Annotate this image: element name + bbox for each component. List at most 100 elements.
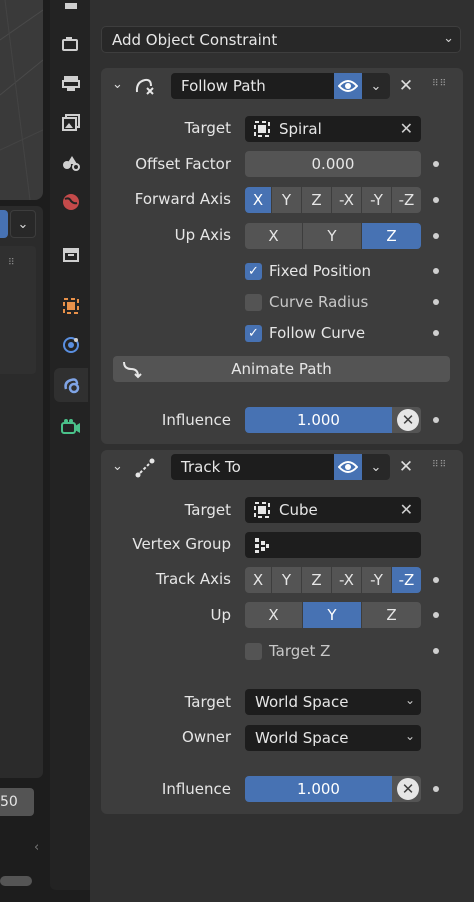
target-space-dropdown[interactable]: World Space ⌄ <box>245 689 421 715</box>
forward-axis-y[interactable]: Y <box>272 187 302 213</box>
properties-tab-column <box>50 0 90 890</box>
forward-axis-z[interactable]: Z <box>302 187 332 213</box>
animate-path-button[interactable]: Animate Path <box>113 356 450 382</box>
constraint-name-field[interactable]: Follow Path <box>171 73 334 99</box>
tab-render[interactable] <box>54 27 88 61</box>
up-axis-z[interactable]: Z <box>362 223 421 249</box>
owner-space-value: World Space <box>255 729 349 747</box>
forward-axis-neg-z[interactable]: -Z <box>392 187 421 213</box>
target-label: Target <box>184 501 231 519</box>
forward-axis-label: Forward Axis <box>134 190 231 208</box>
tab-view-layer[interactable] <box>54 106 88 140</box>
offset-factor-field[interactable]: 0.000 <box>245 151 421 177</box>
track-axis-neg-x[interactable]: -X <box>332 567 362 593</box>
track-axis-neg-z[interactable]: -Z <box>392 567 421 593</box>
disable-keep-transform-icon[interactable]: ✕ <box>397 778 419 800</box>
up-axis-x[interactable]: X <box>245 223 303 249</box>
curve-radius-checkbox[interactable]: Curve Radius <box>245 293 368 311</box>
tab-tool[interactable] <box>54 0 88 24</box>
chevron-left-icon[interactable]: ‹ <box>34 840 39 855</box>
tab-physics[interactable] <box>54 328 88 362</box>
keyframe-dot-icon[interactable] <box>433 233 439 239</box>
image-stack-icon <box>62 114 80 131</box>
up-axis-y[interactable]: Y <box>303 223 362 249</box>
add-object-constraint-dropdown[interactable]: Add Object Constraint ⌄ <box>101 26 461 53</box>
camera-data-icon <box>61 419 80 434</box>
keyframe-dot-icon[interactable] <box>433 577 439 583</box>
close-icon[interactable]: ✕ <box>397 76 415 96</box>
forward-axis-neg-x[interactable]: -X <box>332 187 362 213</box>
tab-scene[interactable] <box>54 145 88 179</box>
target-value: Cube <box>279 501 318 519</box>
tab-collection[interactable] <box>54 237 88 271</box>
eye-icon[interactable] <box>334 73 362 99</box>
tab-object[interactable] <box>54 289 88 323</box>
camera-back-icon <box>62 37 78 51</box>
up-axis-z[interactable]: Z <box>362 602 421 628</box>
target-space-value: World Space <box>255 693 349 711</box>
tab-object-constraints[interactable] <box>54 368 88 402</box>
forward-axis-neg-y[interactable]: -Y <box>362 187 392 213</box>
vertex-group-label: Vertex Group <box>132 535 231 553</box>
drag-grip-icon[interactable]: ⠿⠿ <box>432 80 447 89</box>
offset-factor-label: Offset Factor <box>135 155 231 173</box>
curve-radius-label: Curve Radius <box>269 293 369 311</box>
keyframe-dot-icon[interactable] <box>433 161 439 167</box>
influence-slider[interactable]: 1.000 <box>245 776 392 802</box>
up-axis-y[interactable]: Y <box>303 602 362 628</box>
keyframe-dot-icon[interactable] <box>433 417 439 423</box>
follow-curve-checkbox[interactable]: Follow Curve <box>245 324 365 342</box>
track-axis-x[interactable]: X <box>245 567 272 593</box>
target-field[interactable]: Cube ✕ <box>245 497 421 523</box>
disable-keep-transform-icon[interactable]: ✕ <box>397 409 419 431</box>
keyframe-dot-icon[interactable] <box>433 612 439 618</box>
up-axis-selector: X Y Z <box>245 602 421 628</box>
track-axis-z[interactable]: Z <box>302 567 332 593</box>
printer-icon <box>62 76 80 91</box>
eye-icon[interactable] <box>334 454 362 480</box>
scrollbar[interactable] <box>0 876 32 886</box>
close-icon[interactable]: ✕ <box>397 457 415 477</box>
add-constraint-label: Add Object Constraint <box>112 30 278 49</box>
drag-grip-icon[interactable]: ⠿⠿ <box>432 461 447 470</box>
target-z-label: Target Z <box>269 642 331 660</box>
constraint-name: Follow Path <box>181 77 266 95</box>
vertex-group-field[interactable] <box>245 532 421 558</box>
animate-path-label: Animate Path <box>231 360 332 378</box>
tab-object-data[interactable] <box>54 410 88 444</box>
influence-slider[interactable]: 1.000 <box>245 407 392 433</box>
keyframe-dot-icon[interactable] <box>433 786 439 792</box>
collapse-chevron-icon[interactable]: ⌄ <box>112 459 123 474</box>
chevron-down-icon: ⌄ <box>443 31 454 46</box>
mode-field[interactable] <box>0 210 8 238</box>
forward-axis-x[interactable]: X <box>245 187 272 213</box>
grip-icon[interactable]: ⠿ <box>8 258 24 268</box>
target-field[interactable]: Spiral ✕ <box>245 116 421 142</box>
up-axis-x[interactable]: X <box>245 602 303 628</box>
chevron-down-icon[interactable]: ⌄ <box>10 210 36 238</box>
path-icon <box>123 361 142 379</box>
keyframe-dot-icon[interactable] <box>433 299 439 305</box>
fixed-position-checkbox[interactable]: Fixed Position <box>245 262 371 280</box>
clear-icon[interactable]: ✕ <box>400 500 413 519</box>
constraint-name-field[interactable]: Track To <box>171 454 334 480</box>
checkbox-unchecked-icon <box>245 293 262 311</box>
chevron-down-icon[interactable]: ⌄ <box>362 73 390 99</box>
target-z-checkbox[interactable]: Target Z <box>245 642 330 660</box>
track-axis-y[interactable]: Y <box>272 567 302 593</box>
chevron-down-icon[interactable]: ⌄ <box>362 454 390 480</box>
tab-world[interactable] <box>54 185 88 219</box>
left-area: ⌄ ⠿ 50 ‹ <box>0 0 50 902</box>
owner-space-dropdown[interactable]: World Space ⌄ <box>245 725 421 751</box>
frame-number-field[interactable]: 50 <box>0 788 34 816</box>
clear-icon[interactable]: ✕ <box>400 119 413 138</box>
collapse-chevron-icon[interactable]: ⌄ <box>112 77 123 92</box>
keyframe-dot-icon[interactable] <box>433 268 439 274</box>
keyframe-dot-icon[interactable] <box>433 330 439 336</box>
world-globe-icon <box>63 194 79 210</box>
keyframe-dot-icon[interactable] <box>433 197 439 203</box>
viewport-3d[interactable] <box>0 0 43 200</box>
track-axis-neg-y[interactable]: -Y <box>362 567 392 593</box>
keyframe-dot-icon[interactable] <box>433 648 439 654</box>
tab-output[interactable] <box>54 66 88 100</box>
